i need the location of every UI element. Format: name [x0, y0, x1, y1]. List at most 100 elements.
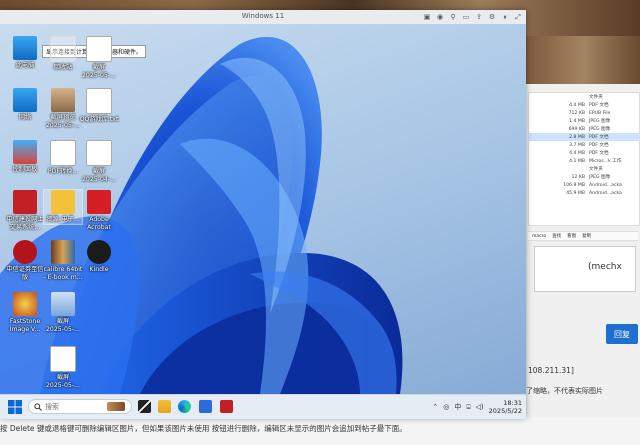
taskbar-search[interactable] [28, 399, 132, 414]
adobe-acrobat-icon [87, 190, 111, 214]
host-toolbar-item[interactable]: macro [532, 234, 546, 239]
desktop-icon-label: Kindle [89, 266, 109, 273]
calibre-icon [51, 240, 75, 264]
desktop-icon-label: FastStone Image V... [9, 318, 41, 333]
desktop-icon-screenshot-3[interactable]: 截屏 2025-05-... [44, 292, 82, 333]
search-highlight-icon [107, 402, 125, 411]
desktop-icon-label: Adobe Acrobat [87, 216, 111, 231]
store-icon[interactable] [199, 400, 212, 413]
desktop-icon-screenshot-4[interactable]: 截屏 2025-05-... [44, 346, 82, 389]
host-browser-area: 文件夹 4.4 MB PDF 文档 712 KB EPUB File 1.4 MB JPEG… [526, 36, 640, 445]
host-toolbar-item[interactable]: 复制 [582, 233, 591, 239]
chevron-up-icon[interactable]: ⌃ [432, 403, 438, 411]
desktop-icon-label: 截屏 2025-05-... [82, 64, 116, 79]
desktop-icon-control-panel[interactable]: 控制面板 [6, 140, 44, 174]
fullscreen-icon[interactable]: ⤢ [514, 13, 522, 21]
desktop-icon-label: 网络 [18, 114, 32, 121]
file-row[interactable]: 712 KB EPUB File [529, 109, 639, 117]
clock[interactable]: 18:31 2025/5/22 [489, 399, 522, 415]
qq-game-txt-icon [86, 88, 112, 114]
desktop-icon-recycle-bin[interactable]: 回收站 [44, 36, 82, 72]
desktop-icon-network[interactable]: 网络 [6, 88, 44, 122]
host-wallpaper-strip [526, 36, 640, 84]
desktop-icon-adobe-acrobat[interactable]: Adobe Acrobat [80, 190, 118, 231]
file-row[interactable]: 12 KB JPEG 图像 [529, 173, 639, 181]
taskbar: ⌃ ◎ 中 ⌹ ◁) 18:31 2025/5/22 [0, 394, 526, 419]
desktop-icon-label: 截屏预览 2025-05-... [46, 114, 80, 129]
file-row[interactable]: 文件夹 [529, 93, 639, 101]
desktop-icon-this-pc[interactable]: 此电脑 [6, 36, 44, 70]
desktop-icon-screenshot-2[interactable]: 截屏 2025-04-... [80, 140, 118, 183]
screenshot-3-icon [51, 292, 75, 316]
desktop-icon-kindle[interactable]: Kindle [80, 240, 118, 274]
citic-securities-icon [13, 240, 37, 264]
desktop-icon-label: PDF转换... [47, 168, 79, 175]
desktop-icon-calibre[interactable]: calibre 64bit - E-book m... [43, 240, 83, 281]
desktop-icon-resource-folder[interactable]: 资源_电子... [43, 189, 83, 225]
clock-time: 18:31 [503, 399, 522, 407]
file-row[interactable]: 文件夹 [529, 165, 639, 173]
host-bottom-message: 按 Delete 键或退格键可删除编辑区图片，但如果该图片未使用 按钮进行删除，… [0, 424, 407, 433]
desktop-icon-label: QQ游戏库.txt [79, 116, 119, 123]
desktop-icon-label: 截屏 2025-05-... [46, 318, 80, 333]
desktop-icon-qq-game-txt[interactable]: QQ游戏库.txt [80, 88, 118, 124]
file-row[interactable]: 45.9 MB Android...acka [529, 189, 639, 197]
pause-icon[interactable]: ⏸ [501, 13, 509, 21]
task-view-icon[interactable] [138, 400, 151, 413]
host-file-list: 文件夹 4.4 MB PDF 文档 712 KB EPUB File 1.4 MB JPEG… [528, 92, 640, 226]
guest-desktop[interactable]: 显示连接到计算机的驱动器和硬件。 此电脑回收站截屏2025-05-...网络截屏… [0, 24, 526, 394]
host-toolbar-item[interactable]: 查找 [552, 233, 561, 239]
host-toolbar-item[interactable]: 看图 [567, 233, 576, 239]
camera-icon[interactable]: ◉ [436, 13, 444, 21]
desktop-icon-label: 中信建投网上 交易系统... [6, 216, 44, 231]
recycle-bin-icon [50, 36, 76, 62]
vm-titlebar[interactable]: Windows 11 ▣ ◉ ⚲ ▭ ⇪ ⚙ ⏸ ⤢ [0, 10, 526, 25]
edge-icon[interactable] [178, 400, 191, 413]
file-row[interactable]: 106.9 MB Android...acka [529, 181, 639, 189]
network-icon [13, 88, 37, 112]
faststone-icon [13, 292, 37, 316]
host-toolbar: macro 查找 看图 复制 [528, 231, 638, 241]
desktop-icon-screenshot-1[interactable]: 截屏 2025-05-... [80, 36, 118, 79]
desktop-icon-label: 截屏 2025-04-... [82, 168, 116, 183]
file-row[interactable]: 1.4 MB JPEG 图像 [529, 117, 639, 125]
reply-button[interactable]: 回复 [606, 324, 638, 344]
desktop-icon-label: 回收站 [53, 64, 73, 71]
file-explorer-icon[interactable] [158, 400, 171, 413]
control-panel-icon [13, 140, 37, 164]
vm-controls: ▣ ◉ ⚲ ▭ ⇪ ⚙ ⏸ ⤢ [423, 13, 522, 22]
host-note: 了缩略，不代表实际图片 [526, 387, 603, 395]
volume-icon[interactable]: ◁) [476, 403, 484, 411]
network-icon[interactable]: ⌹ [466, 403, 470, 412]
desktop-icon-label: 截屏 2025-05-... [46, 374, 80, 389]
host-quote-text: (mechx [588, 262, 622, 272]
screenshot-preview-icon [51, 88, 75, 112]
desktop-icon-citic-securities[interactable]: 中信证券至信版 [6, 240, 44, 281]
file-row[interactable]: 3.7 MB PDF 文档 [529, 141, 639, 149]
ime-indicator[interactable]: 中 [454, 402, 461, 412]
file-row[interactable]: 2.8 MB PDF 文档 [529, 133, 639, 141]
desktop-icon-screenshot-preview[interactable]: 截屏预览 2025-05-... [44, 88, 82, 129]
desktop-icon-citic-trade[interactable]: 中信建投网上 交易系统... [6, 190, 44, 231]
file-row[interactable]: 4.1 MB Micros...k 工作 [529, 157, 639, 165]
vm-window: Windows 11 ▣ ◉ ⚲ ▭ ⇪ ⚙ ⏸ ⤢ 此电脑 回收站 截屏 20… [0, 10, 526, 419]
file-row[interactable]: 4.4 MB PDF 文档 [529, 101, 639, 109]
desktop-icon-faststone[interactable]: FastStone Image V... [6, 292, 44, 333]
windows-start-icon[interactable] [8, 400, 22, 414]
share-icon[interactable]: ⇪ [475, 13, 483, 21]
desktop-icon-label: calibre 64bit - E-book m... [43, 266, 83, 281]
search-input[interactable] [45, 401, 105, 412]
copilot-icon[interactable]: ◎ [443, 403, 449, 411]
file-row[interactable]: 699 KB JPEG 图像 [529, 125, 639, 133]
file-row[interactable]: 4.4 MB PDF 文档 [529, 149, 639, 157]
desktop-icon-label: 此电脑 [15, 62, 35, 69]
host-editor-hint: 按 Delete 键或退格键可删除编辑区图片，但如果该图片未使用 按钮进行删除，… [0, 418, 640, 445]
desktop-icon-label: 资源_电子... [46, 216, 80, 223]
lock-icon[interactable]: ▣ [423, 13, 431, 21]
settings-icon[interactable]: ⚙ [488, 13, 496, 21]
usb-icon[interactable]: ⚲ [449, 13, 457, 21]
drive-icon[interactable]: ▭ [462, 13, 470, 21]
desktop-icon-pdf-convert[interactable]: PDF转换... [44, 140, 82, 176]
system-tray: ⌃ ◎ 中 ⌹ ◁) 18:31 2025/5/22 [432, 399, 522, 415]
app-red-icon[interactable] [220, 400, 233, 413]
